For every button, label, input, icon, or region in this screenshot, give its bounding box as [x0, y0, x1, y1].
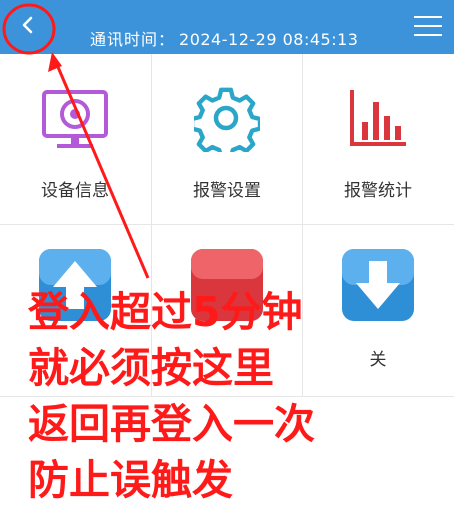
annotation-line-3: 返回再登入一次: [28, 400, 315, 448]
alarm-settings-label: 报警设置: [193, 181, 261, 201]
annotation-line-1: 登入超过5分钟: [28, 288, 303, 336]
alarm-statistics-label: 报警统计: [344, 181, 412, 201]
back-button[interactable]: [10, 7, 46, 43]
alarm-statistics-tile[interactable]: 报警统计: [303, 54, 453, 224]
device-info-tile[interactable]: 设备信息: [0, 54, 150, 224]
device-info-label: 设备信息: [41, 181, 109, 201]
top-bar: 通讯时间： 2024-12-29 08:45:13: [0, 0, 454, 54]
monitor-camera-icon: [42, 90, 108, 148]
bar-chart-icon: [350, 90, 406, 146]
annotation-line-4: 防止误触发: [28, 456, 233, 504]
chevron-left-icon: [22, 16, 33, 34]
communication-time-value: 2024-12-29 08:45:13: [179, 30, 359, 49]
gear-icon: [194, 87, 260, 152]
annotation-line-2: 就必须按这里: [28, 344, 274, 392]
communication-time-label: 通讯时间：: [90, 30, 176, 49]
hamburger-menu-icon: [414, 16, 442, 18]
communication-time: 通讯时间： 2024-12-29 08:45:13: [90, 28, 358, 52]
annotation-text: 登入超过5分钟 就必须按这里 返回再登入一次 防止误触发: [28, 284, 448, 508]
alarm-settings-tile[interactable]: 报警设置: [152, 54, 302, 224]
menu-button[interactable]: [414, 14, 444, 38]
